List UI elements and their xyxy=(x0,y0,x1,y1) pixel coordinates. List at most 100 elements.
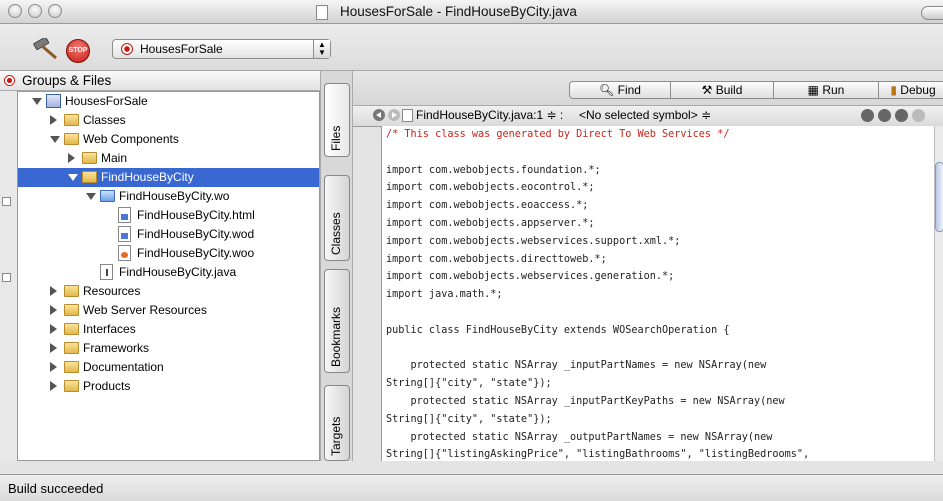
tree-row-label: Products xyxy=(83,379,131,393)
tree-row[interactable]: Frameworks xyxy=(18,339,319,358)
disclosure-closed-icon[interactable] xyxy=(50,286,57,296)
tree-row-label: FindHouseByCity.html xyxy=(137,208,255,222)
code-line: String[]{"city", "state"}); xyxy=(386,378,552,390)
includes-icon[interactable] xyxy=(878,109,891,122)
tree-row-label: FindHouseByCity.woo xyxy=(137,246,255,260)
tree-row[interactable]: Resources xyxy=(18,282,319,301)
groups-files-title: Groups & Files xyxy=(22,73,112,88)
tree-row[interactable]: HousesForSale xyxy=(18,92,319,111)
tree-row-label: Interfaces xyxy=(83,322,136,336)
tree-row[interactable]: Web Server Resources xyxy=(18,301,319,320)
run-button[interactable]: ▦ Run xyxy=(773,81,879,99)
tree-row[interactable]: FindHouseByCity xyxy=(18,168,319,187)
tab-bookmarks[interactable]: Bookmarks xyxy=(324,269,350,373)
find-icon: 🔍︎ xyxy=(599,83,615,97)
run-icon: ▦ xyxy=(807,83,819,97)
forward-arrow-icon[interactable] xyxy=(388,109,400,121)
tree-row-label: Web Components xyxy=(83,132,179,146)
back-arrow-icon[interactable] xyxy=(373,109,385,121)
find-button[interactable]: 🔍︎ Find xyxy=(569,81,671,99)
tree-row-label: Main xyxy=(101,151,128,165)
file-navigation-bar: FindHouseByCity.java:1 ≑ : <No selected … xyxy=(353,105,943,127)
lock-icon[interactable] xyxy=(895,109,908,122)
stop-label: STOP xyxy=(68,47,88,54)
disclosure-open-icon[interactable] xyxy=(86,193,96,200)
symbol-popup[interactable]: <No selected symbol> ≑ xyxy=(579,108,711,122)
active-target-popup[interactable]: HousesForSale ▲ ▼ xyxy=(112,39,331,59)
editor-toolbar: 🔍︎ Find ⚒︎ Build ▦ Run ▮ Debug xyxy=(353,71,943,105)
debug-button[interactable]: ▮ Debug xyxy=(878,81,943,99)
debug-label: Debug xyxy=(900,83,936,97)
tree-row-label: Resources xyxy=(83,284,141,298)
checkbox-column xyxy=(0,91,17,461)
include-checkbox-java[interactable] xyxy=(2,273,11,282)
code-editor[interactable]: /* This class was generated by Direct To… xyxy=(381,126,935,461)
target-icon xyxy=(121,43,133,55)
code-line: String[]{"listingAskingPrice", "listingB… xyxy=(386,449,810,461)
tab-files[interactable]: Files xyxy=(324,83,350,157)
tree-row[interactable]: FindHouseByCity.html xyxy=(18,206,319,225)
disclosure-closed-icon[interactable] xyxy=(50,343,57,353)
disclosure-open-icon[interactable] xyxy=(68,174,78,181)
tree-row[interactable]: FindHouseByCity.java xyxy=(18,263,319,282)
disclosure-closed-icon[interactable] xyxy=(68,153,75,163)
tree-row[interactable]: FindHouseByCity.wo xyxy=(18,187,319,206)
tree-row[interactable]: Products xyxy=(18,377,319,396)
build-hammer-icon[interactable] xyxy=(32,38,62,60)
tab-classes-label: Classes xyxy=(329,212,343,255)
disclosure-closed-icon[interactable] xyxy=(50,115,57,125)
include-checkbox-wo[interactable] xyxy=(2,197,11,206)
folder-icon xyxy=(64,361,79,373)
groups-files-tree: HousesForSale Classes Web Components Main Fi… xyxy=(17,91,320,461)
groups-files-header: Groups & Files xyxy=(0,71,320,91)
tree-row[interactable]: Main xyxy=(18,149,319,168)
disclosure-closed-icon[interactable] xyxy=(50,324,57,334)
disclosure-open-icon[interactable] xyxy=(32,98,42,105)
tab-classes[interactable]: Classes xyxy=(324,175,350,261)
tree-row-label: FindHouseByCity.wo xyxy=(119,189,230,203)
file-history-popup[interactable]: FindHouseByCity.java:1 ≑ : xyxy=(416,108,563,122)
tree-row-label: Web Server Resources xyxy=(83,303,207,317)
tree-row[interactable]: Classes xyxy=(18,111,319,130)
build-label: Build xyxy=(715,83,743,97)
minimize-window-button[interactable] xyxy=(28,4,42,18)
wod-file-icon xyxy=(118,226,131,242)
code-line: public class FindHouseByCity extends WOS… xyxy=(386,324,730,336)
stop-button[interactable]: STOP xyxy=(66,39,90,63)
folder-icon xyxy=(64,133,79,145)
status-bar: Build succeeded xyxy=(0,474,943,501)
tree-row[interactable]: FindHouseByCity.woo xyxy=(18,244,319,263)
bookmark-icon[interactable] xyxy=(861,109,874,122)
disclosure-closed-icon[interactable] xyxy=(50,362,57,372)
toolbar-toggle-button[interactable] xyxy=(921,6,943,20)
folder-icon xyxy=(64,114,79,126)
folder-icon xyxy=(64,285,79,297)
tree-row[interactable]: Web Components xyxy=(18,130,319,149)
hammer-icon: ⚒︎ xyxy=(701,83,713,97)
debug-icon: ▮ xyxy=(890,83,897,97)
disclosure-open-icon[interactable] xyxy=(50,136,60,143)
tree-row-label: HousesForSale xyxy=(65,94,148,108)
build-button[interactable]: ⚒︎ Build xyxy=(670,81,774,99)
code-line: import com.webobjects.eocontrol.*; xyxy=(386,182,595,194)
vertical-scrollbar[interactable] xyxy=(934,126,943,461)
code-line: String[]{"city", "state"}); xyxy=(386,413,552,425)
zoom-window-button[interactable] xyxy=(48,4,62,18)
tree-row[interactable]: Documentation xyxy=(18,358,319,377)
tree-row[interactable]: FindHouseByCity.wod xyxy=(18,225,319,244)
close-window-button[interactable] xyxy=(8,4,22,18)
target-icon xyxy=(4,75,15,86)
scroll-thumb[interactable] xyxy=(935,162,943,232)
tree-row-label: FindHouseByCity xyxy=(101,170,194,184)
close-editor-icon[interactable] xyxy=(912,109,925,122)
tab-targets[interactable]: Targets xyxy=(324,385,350,461)
document-proxy-icon[interactable] xyxy=(316,5,328,20)
folder-icon xyxy=(64,304,79,316)
code-line: /* This class was generated by Direct To… xyxy=(386,129,730,140)
disclosure-closed-icon[interactable] xyxy=(50,305,57,315)
folder-icon xyxy=(82,152,97,164)
java-file-icon xyxy=(402,109,413,122)
disclosure-closed-icon[interactable] xyxy=(50,381,57,391)
main-toolbar: STOP HousesForSale ▲ ▼ xyxy=(0,24,943,71)
tree-row[interactable]: Interfaces xyxy=(18,320,319,339)
